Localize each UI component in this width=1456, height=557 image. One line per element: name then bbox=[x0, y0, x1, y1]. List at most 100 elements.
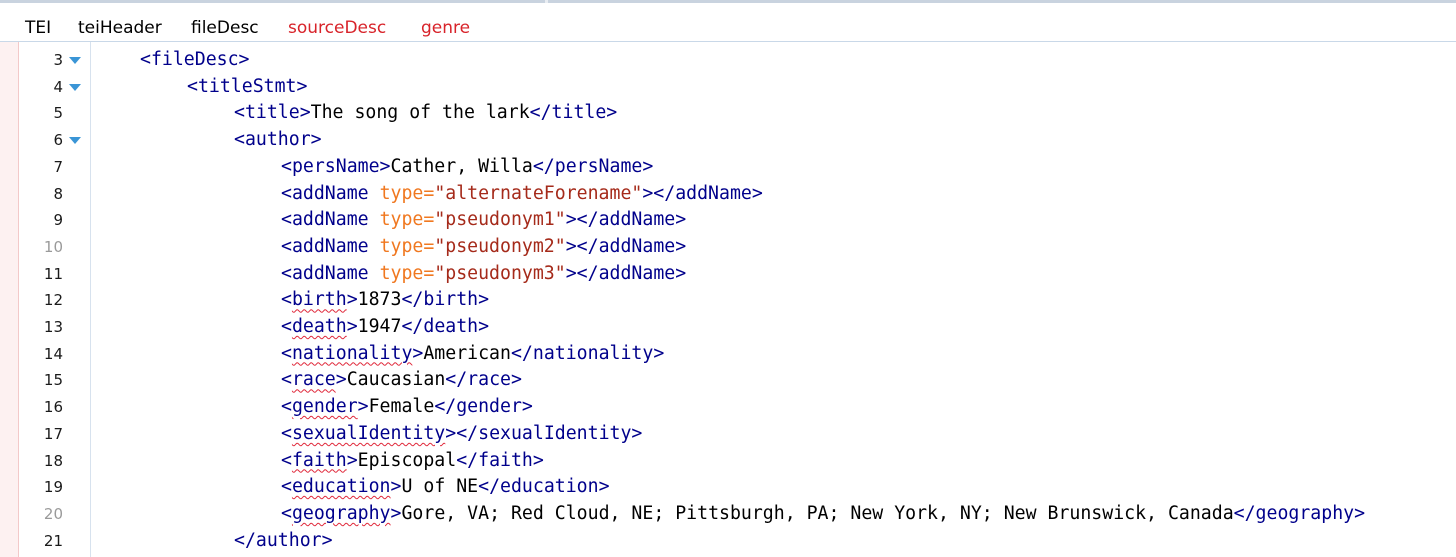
line-number: 5 bbox=[53, 104, 63, 123]
fold-toggle-icon[interactable] bbox=[69, 137, 81, 145]
code-line[interactable]: <education>U of NE</education> bbox=[281, 477, 610, 497]
xml-attribute-name: type= bbox=[379, 209, 435, 231]
xml-tag: </birth> bbox=[401, 289, 490, 311]
xml-tag: </faith> bbox=[456, 449, 544, 471]
xml-tag: ></addName> bbox=[565, 262, 687, 284]
xml-tag: < bbox=[281, 316, 292, 337]
xml-tag: <fileDesc> bbox=[140, 49, 250, 70]
xml-tag: < bbox=[281, 369, 292, 391]
line-number: 17 bbox=[43, 424, 63, 443]
line-number: 6 bbox=[53, 131, 63, 150]
breadcrumb-item-filedesc[interactable]: fileDesc bbox=[191, 18, 259, 38]
xml-tag: > bbox=[346, 316, 358, 337]
code-line[interactable]: <death>1947</death> bbox=[281, 317, 489, 337]
fold-toggle-icon[interactable] bbox=[69, 83, 81, 91]
xml-text: Caucasian bbox=[346, 369, 446, 391]
xml-tag: > bbox=[357, 396, 369, 418]
line-number: 4 bbox=[53, 77, 63, 96]
line-number: 14 bbox=[43, 344, 63, 363]
line-number: 15 bbox=[43, 371, 63, 390]
code-line[interactable]: <addName type="pseudonym2"></addName> bbox=[281, 235, 686, 257]
code-line[interactable]: <race>Caucasian</race> bbox=[281, 370, 522, 390]
xml-tag: < bbox=[281, 476, 292, 498]
xml-text: Episcopal bbox=[357, 449, 457, 471]
code-line[interactable]: <faith>Episcopal</faith> bbox=[281, 449, 544, 471]
xml-tag: > bbox=[335, 369, 347, 391]
xml-tag: <persName> bbox=[281, 155, 391, 177]
xml-text: The song of the lark bbox=[310, 102, 530, 124]
line-number: 20 bbox=[43, 504, 63, 523]
gutter-separator bbox=[90, 42, 91, 557]
xml-tag: > bbox=[445, 422, 457, 444]
xml-tag: </death> bbox=[401, 316, 490, 337]
code-line[interactable]: <titleStmt> bbox=[187, 75, 308, 97]
line-number: 9 bbox=[53, 211, 63, 230]
code-line[interactable]: <title>The song of the lark</title> bbox=[234, 103, 617, 123]
xml-tag: </persName> bbox=[532, 155, 654, 177]
line-number: 13 bbox=[43, 318, 63, 336]
xml-attribute-name: type= bbox=[379, 262, 435, 284]
code-line[interactable]: <gender>Female</gender> bbox=[281, 397, 533, 417]
xml-tag: ></addName> bbox=[642, 182, 763, 204]
line-number: 8 bbox=[53, 184, 63, 203]
xml-tag: <author> bbox=[234, 129, 322, 151]
xml-tag: ></addName> bbox=[565, 209, 687, 231]
xml-tag-name-error: sexualIdentity bbox=[291, 422, 446, 444]
code-line[interactable]: <author> bbox=[234, 130, 322, 150]
xml-attribute-name: type= bbox=[379, 182, 435, 204]
code-line[interactable]: <sexualIdentity></sexualIdentity> bbox=[281, 422, 643, 444]
line-number: 19 bbox=[43, 478, 63, 497]
code-line[interactable]: <fileDesc> bbox=[140, 50, 250, 70]
xml-tag: <titleStmt> bbox=[187, 75, 308, 97]
xml-attribute-name: type= bbox=[379, 235, 435, 257]
xml-text: American bbox=[423, 342, 511, 364]
xml-tag: <addName bbox=[281, 209, 380, 231]
breadcrumb-item-tei[interactable]: TEI bbox=[25, 18, 51, 38]
error-marker-strip bbox=[0, 42, 18, 557]
code-line[interactable]: <addName type="pseudonym1"></addName> bbox=[281, 210, 686, 230]
code-line[interactable]: </author> bbox=[234, 530, 333, 551]
line-number: 10 bbox=[43, 237, 63, 256]
xml-tag: <addName bbox=[281, 262, 380, 284]
xml-tag: </sexualIdentity> bbox=[456, 422, 643, 444]
xml-tag-name-error: gender bbox=[291, 396, 358, 418]
code-line[interactable]: <geography>Gore, VA; Red Cloud, NE; Pitt… bbox=[281, 502, 1365, 524]
xml-tag: < bbox=[281, 396, 292, 418]
xml-text: U of NE bbox=[401, 476, 479, 498]
xml-tag: </education> bbox=[478, 476, 610, 498]
code-line[interactable]: <birth>1873</birth> bbox=[281, 290, 489, 310]
xml-tag: </gender> bbox=[434, 396, 533, 418]
xml-tag: </title> bbox=[529, 102, 618, 124]
fold-toggle-icon[interactable] bbox=[69, 57, 81, 64]
breadcrumb-item-genre[interactable]: genre bbox=[421, 18, 470, 38]
xml-tag: > bbox=[346, 449, 358, 471]
xml-tag: <addName bbox=[281, 235, 380, 257]
breadcrumb-item-sourcedesc[interactable]: sourceDesc bbox=[288, 18, 386, 38]
xml-text: Cather, Willa bbox=[390, 155, 533, 177]
xml-tag: > bbox=[346, 289, 358, 311]
code-line[interactable]: <addName type="alternateForename"></addN… bbox=[281, 182, 763, 204]
xml-attribute-value: "pseudonym1" bbox=[434, 209, 566, 231]
xml-text: 1873 bbox=[357, 289, 402, 311]
xml-tag: < bbox=[281, 342, 292, 364]
code-line[interactable]: <addName type="pseudonym3"></addName> bbox=[281, 262, 687, 284]
xml-tag-name-error: death bbox=[291, 316, 347, 337]
xml-attribute-value: "alternateForename" bbox=[434, 182, 643, 204]
xml-tag: > bbox=[390, 476, 402, 498]
breadcrumb-item-teiheader[interactable]: teiHeader bbox=[78, 18, 162, 38]
xml-tag: > bbox=[390, 502, 402, 524]
xml-tag: </race> bbox=[445, 369, 522, 391]
xml-text: 1947 bbox=[357, 316, 402, 337]
line-number: 7 bbox=[53, 157, 63, 176]
xml-attribute-value: "pseudonym3" bbox=[434, 262, 566, 284]
xml-tag: <addName bbox=[281, 182, 380, 204]
xml-attribute-value: "pseudonym2" bbox=[434, 235, 566, 257]
xml-tag-name-error: race bbox=[291, 369, 336, 391]
code-line[interactable]: <nationality>American</nationality> bbox=[281, 342, 665, 364]
xml-tag: </nationality> bbox=[510, 342, 665, 364]
code-line[interactable]: <persName>Cather, Willa</persName> bbox=[281, 155, 654, 177]
line-number: 21 bbox=[43, 531, 63, 550]
xml-tag: < bbox=[281, 449, 292, 471]
xml-tag: < bbox=[281, 289, 292, 311]
line-number: 11 bbox=[43, 264, 63, 283]
